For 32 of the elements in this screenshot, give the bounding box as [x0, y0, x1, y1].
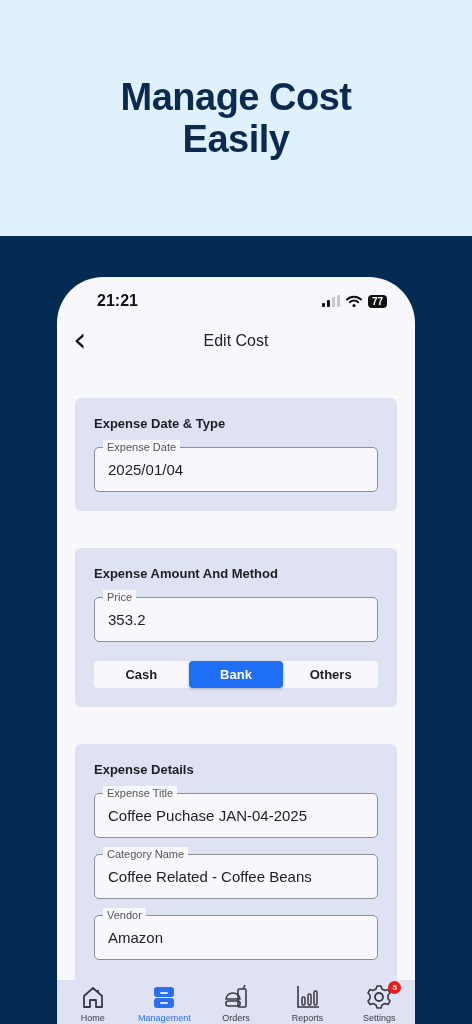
section-title: Expense Details — [94, 762, 195, 777]
input-field[interactable]: Expense Title Coffee Puchase JAN-04-2025 — [94, 786, 378, 838]
status-time: 21:21 — [97, 292, 138, 310]
input-field[interactable]: Vendor Amazon — [94, 908, 378, 960]
input-field[interactable]: Category Name Coffee Related - Coffee Beans — [94, 847, 378, 899]
screen-title: Edit Cost — [203, 332, 269, 350]
field-label: Vendor — [103, 908, 146, 922]
battery-indicator: 77 — [367, 294, 387, 308]
segment-tab[interactable]: Others — [283, 661, 378, 688]
field-label: Expense Title — [103, 786, 178, 800]
tab-item[interactable]: 5 Settings — [343, 980, 415, 1024]
settings-icon — [366, 984, 393, 1010]
tab-item[interactable]: Management — [128, 980, 201, 1024]
notification-badge: 5 — [388, 981, 402, 994]
back-button[interactable]: ‹ — [69, 325, 91, 353]
field-label: Price — [103, 590, 137, 604]
field-label: Expense Date — [103, 440, 181, 454]
input-field[interactable]: Expense Date 2025/01/04 — [94, 440, 378, 492]
wifi-icon — [345, 295, 362, 307]
section-title: Expense Amount And Method — [94, 566, 279, 581]
section-title: Expense Date & Type — [94, 416, 227, 431]
signal-icon — [321, 295, 340, 307]
burger-drink-icon — [223, 984, 249, 1010]
tab-item[interactable]: Orders — [200, 980, 272, 1024]
tab-item[interactable]: Home — [57, 980, 129, 1024]
tab-item[interactable]: Reports — [271, 980, 344, 1024]
bar-chart-icon — [294, 984, 321, 1010]
segment-tab[interactable]: Bank — [188, 661, 284, 688]
field-label: Category Name — [103, 847, 189, 861]
segment-tab[interactable]: Cash — [94, 661, 189, 688]
headline: Manage Cost Easily — [120, 76, 352, 160]
input-field[interactable]: Price 353.2 — [94, 590, 378, 642]
